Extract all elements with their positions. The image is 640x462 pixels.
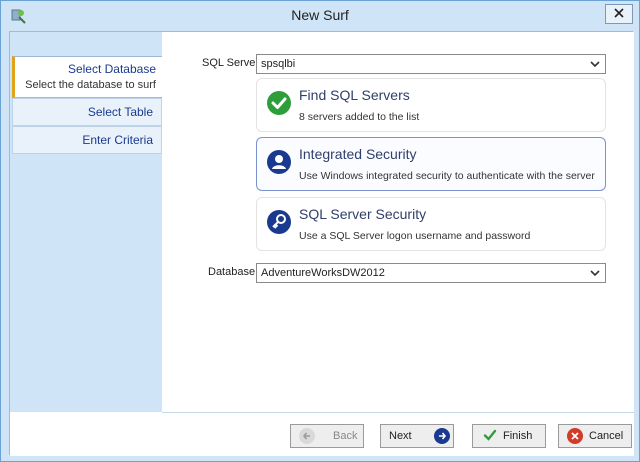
card-title: Find SQL Servers — [299, 87, 410, 103]
card-title: SQL Server Security — [299, 206, 427, 222]
main-panel: SQL Server: spsqlbi Find SQL Servers 8 s… — [162, 32, 634, 412]
window-title: New Surf — [291, 7, 349, 23]
next-label: Next — [389, 430, 412, 442]
check-icon — [483, 428, 497, 445]
next-arrow-icon — [433, 428, 450, 444]
database-label: Database: — [208, 266, 259, 278]
back-label: Back — [333, 430, 358, 442]
chevron-down-icon — [589, 58, 601, 70]
back-button[interactable]: Back — [290, 424, 364, 448]
step-description: Select the database to surf — [25, 79, 156, 91]
step-select-table[interactable]: Select Table — [12, 98, 162, 126]
database-select[interactable]: AdventureWorksDW2012 — [256, 263, 606, 283]
left-panel-footer — [10, 412, 162, 456]
sql-server-security-card[interactable]: SQL Server Security Use a SQL Server log… — [256, 197, 606, 251]
sql-server-select[interactable]: spsqlbi — [256, 54, 606, 74]
card-description: 8 servers added to the list — [299, 111, 420, 123]
title-bar: New Surf — [1, 1, 639, 31]
finish-button[interactable]: Finish — [472, 424, 546, 448]
card-title: Integrated Security — [299, 146, 417, 162]
card-description: Use Windows integrated security to authe… — [299, 170, 595, 182]
step-label: Enter Criteria — [82, 133, 153, 147]
wizard-content: Select Database Select the database to s… — [9, 31, 634, 456]
step-label: Select Database — [67, 62, 156, 76]
close-button[interactable] — [605, 4, 633, 24]
wizard-steps: Select Database Select the database to s… — [10, 32, 164, 412]
wizard-footer: Back Next Finish Cancel — [162, 412, 634, 456]
find-sql-servers-card[interactable]: Find SQL Servers 8 servers added to the … — [256, 78, 606, 132]
next-button[interactable]: Next — [380, 424, 454, 448]
card-description: Use a SQL Server logon username and pass… — [299, 230, 531, 242]
integrated-security-card[interactable]: Integrated Security Use Windows integrat… — [256, 137, 606, 191]
sql-server-label: SQL Server: — [202, 57, 263, 69]
finish-label: Finish — [503, 430, 533, 442]
sql-server-value: spsqlbi — [261, 58, 296, 70]
step-label: Select Table — [87, 105, 153, 119]
user-icon — [267, 150, 291, 174]
new-surf-window: New Surf Select Database Select the data… — [0, 0, 640, 462]
step-enter-criteria[interactable]: Enter Criteria — [12, 126, 162, 154]
cancel-label: Cancel — [589, 430, 624, 442]
cancel-button[interactable]: Cancel — [558, 424, 632, 448]
key-icon — [267, 210, 291, 234]
step-select-database[interactable]: Select Database Select the database to s… — [12, 56, 164, 98]
check-icon — [267, 91, 291, 115]
cancel-icon — [567, 428, 583, 444]
back-arrow-icon — [299, 428, 315, 444]
database-value: AdventureWorksDW2012 — [261, 267, 385, 279]
close-icon — [614, 7, 624, 21]
chevron-down-icon — [589, 267, 601, 279]
